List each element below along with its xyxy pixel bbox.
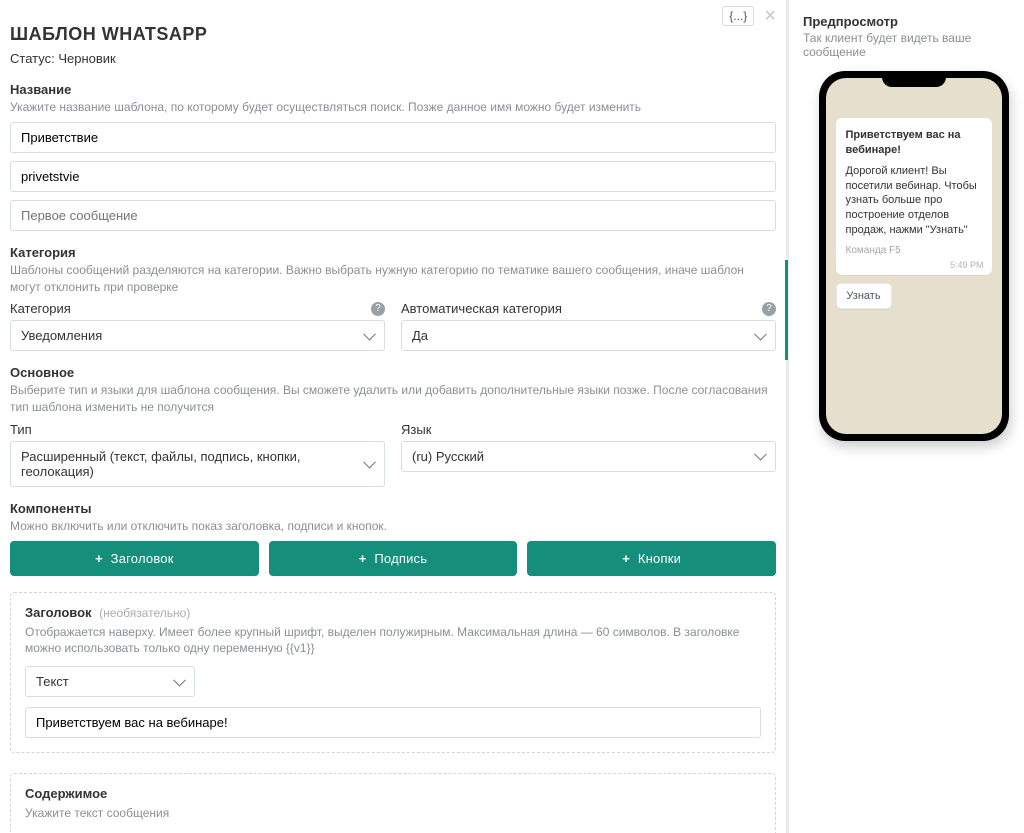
preview-hint: Так клиент будет видеть ваше сообщение	[803, 31, 1024, 59]
category-hint: Шаблоны сообщений разделяются на категор…	[10, 262, 776, 296]
header-block-hint: Отображается наверху. Имеет более крупны…	[25, 624, 761, 656]
top-tools: {...} ×	[722, 6, 776, 26]
header-block-title: Заголовок	[25, 605, 92, 620]
add-header-button[interactable]: + Заголовок	[10, 541, 259, 576]
draft-status: Статус: Черновик	[10, 51, 776, 66]
phone-screen: Приветствуем вас на вебинаре! Дорогой кл…	[826, 78, 1002, 434]
status-value: Черновик	[58, 51, 115, 66]
preview-title: Предпросмотр	[803, 14, 1024, 29]
header-type-select[interactable]: Текст	[25, 666, 195, 697]
header-block: Заголовок (необязательно) Отображается н…	[10, 592, 776, 753]
category-select[interactable]: Уведомления	[10, 320, 385, 351]
status-prefix: Статус:	[10, 51, 58, 66]
help-icon[interactable]: ?	[762, 302, 776, 316]
plus-icon: +	[359, 551, 367, 566]
components-hint: Можно включить или отключить показ загол…	[10, 518, 776, 535]
json-button[interactable]: {...}	[722, 6, 754, 26]
lang-select[interactable]: (ru) Русский	[401, 441, 776, 472]
lang-label: Язык	[401, 422, 431, 437]
category-value: Уведомления	[21, 328, 102, 343]
name-hint: Укажите название шаблона, по которому бу…	[10, 99, 776, 116]
bubble-time: 5:49 PM	[950, 259, 984, 271]
header-block-optional: (необязательно)	[99, 606, 190, 620]
editor-panel: {...} × ШАБЛОН WHATSAPP Статус: Черновик…	[0, 0, 786, 833]
add-signature-button[interactable]: + Подпись	[269, 541, 518, 576]
phone-mockup: Приветствуем вас на вебинаре! Дорогой кл…	[819, 71, 1009, 441]
close-icon[interactable]: ×	[764, 6, 776, 26]
autocat-value: Да	[412, 328, 428, 343]
first-message-input[interactable]	[10, 200, 776, 231]
help-icon[interactable]: ?	[371, 302, 385, 316]
template-name-input[interactable]	[10, 122, 776, 153]
basic-hint: Выберите тип и языки для шаблона сообщен…	[10, 382, 776, 416]
add-buttons-button[interactable]: + Кнопки	[527, 541, 776, 576]
type-select[interactable]: Расширенный (текст, файлы, подпись, кноп…	[10, 441, 385, 487]
plus-icon: +	[95, 551, 103, 566]
preview-panel: Предпросмотр Так клиент будет видеть ваш…	[788, 0, 1024, 833]
message-bubble: Приветствуем вас на вебинаре! Дорогой кл…	[836, 118, 992, 275]
header-text-input[interactable]	[25, 707, 761, 738]
type-value: Расширенный (текст, файлы, подпись, кноп…	[21, 449, 301, 479]
autocat-select[interactable]: Да	[401, 320, 776, 351]
header-type-value: Текст	[36, 674, 69, 689]
add-buttons-label: Кнопки	[638, 551, 681, 566]
bubble-button: Узнать	[836, 283, 892, 309]
plus-icon: +	[622, 551, 630, 566]
components-row: + Заголовок + Подпись + Кнопки	[10, 541, 776, 576]
content-block: Содержимое Укажите текст сообщения B I a…	[10, 773, 776, 833]
category-title: Категория	[10, 245, 776, 260]
add-header-label: Заголовок	[111, 551, 174, 566]
lang-value: (ru) Русский	[412, 449, 484, 464]
template-slug-input[interactable]	[10, 161, 776, 192]
autocat-label: Автоматическая категория	[401, 301, 562, 316]
content-block-hint: Укажите текст сообщения	[25, 805, 761, 821]
add-signature-label: Подпись	[374, 551, 427, 566]
bubble-signature: Команда F5	[846, 244, 982, 258]
category-label: Категория	[10, 301, 71, 316]
bubble-title: Приветствуем вас на вебинаре!	[846, 128, 982, 158]
basic-title: Основное	[10, 365, 776, 380]
content-block-title: Содержимое	[25, 786, 761, 801]
bubble-body: Дорогой клиент! Вы посетили вебинар. Что…	[846, 164, 982, 238]
type-label: Тип	[10, 422, 32, 437]
page-title: ШАБЛОН WHATSAPP	[10, 24, 776, 45]
name-title: Название	[10, 82, 776, 97]
components-title: Компоненты	[10, 501, 776, 516]
